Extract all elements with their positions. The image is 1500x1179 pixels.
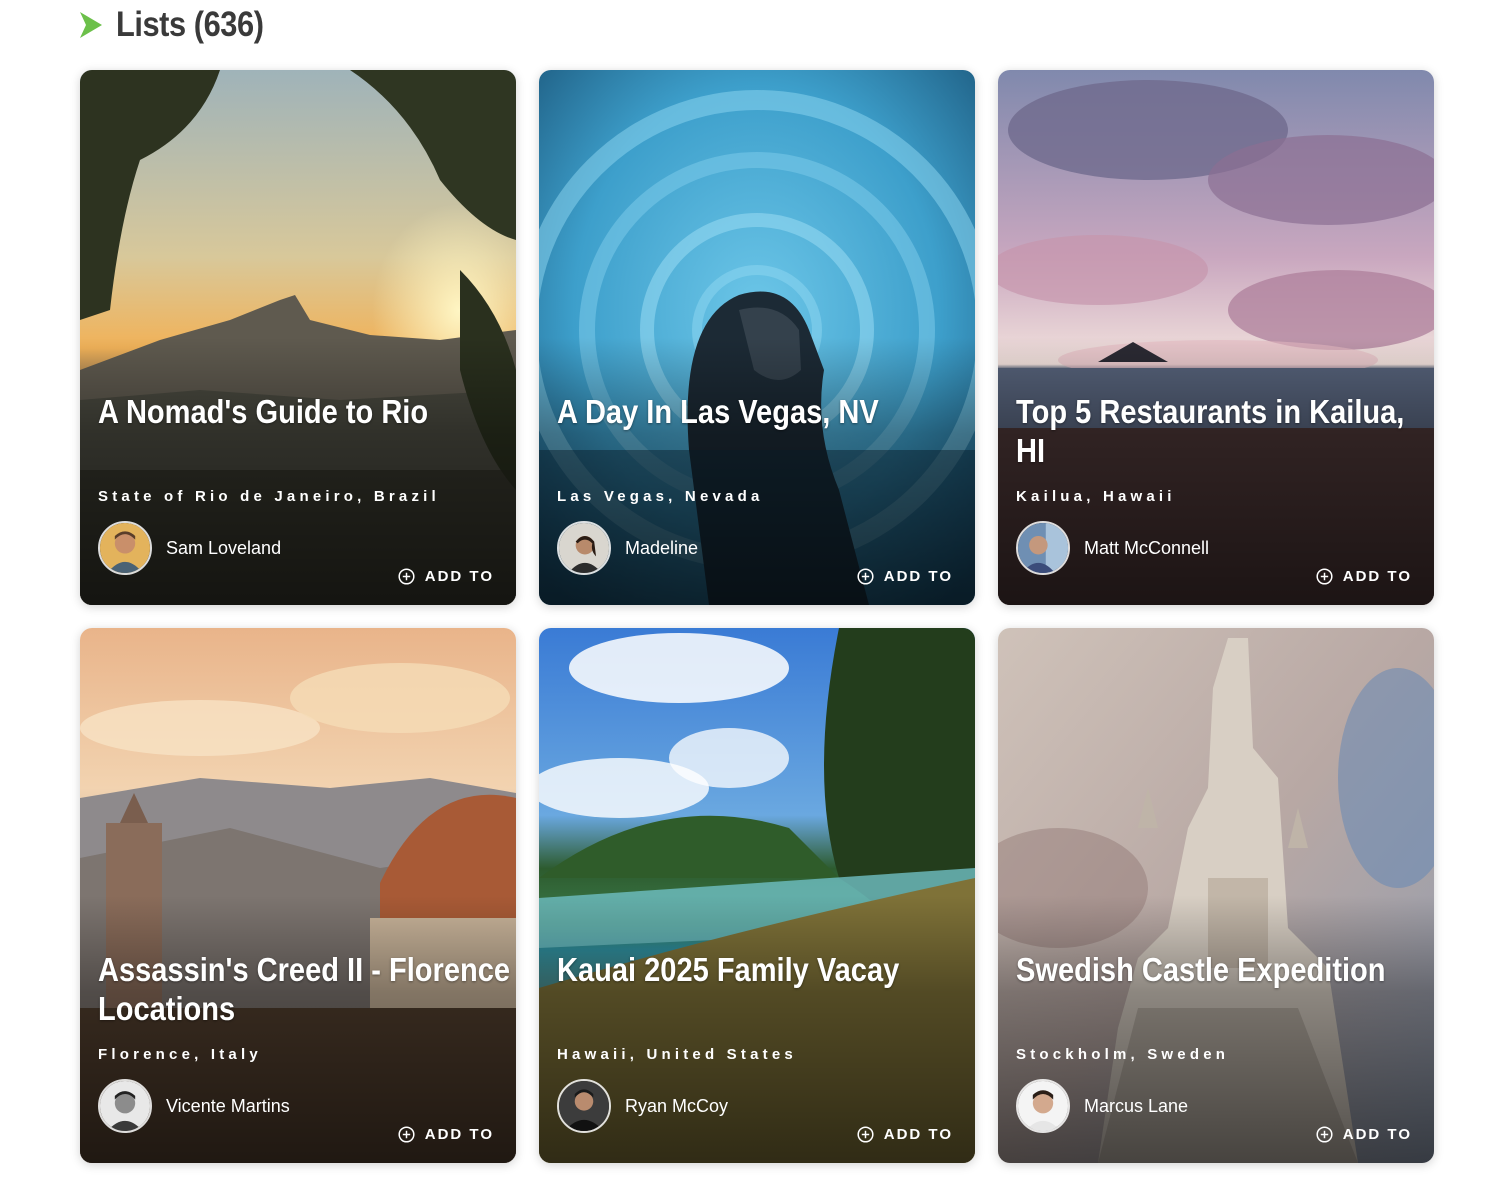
add-to-button[interactable]: ADD TO <box>1316 1126 1412 1143</box>
list-card[interactable]: Assassin's Creed II - Florence Locations… <box>80 628 516 1163</box>
list-card[interactable]: A Day In Las Vegas, NV Las Vegas, Nevada… <box>539 70 975 605</box>
add-circle-icon <box>398 1126 415 1143</box>
list-card[interactable]: Kauai 2025 Family Vacay Hawaii, United S… <box>539 628 975 1163</box>
list-card[interactable]: A Nomad's Guide to Rio State of Rio de J… <box>80 70 516 605</box>
card-title[interactable]: A Day In Las Vegas, NV <box>557 392 971 431</box>
card-location: Stockholm, Sweden <box>1016 1046 1230 1063</box>
card-location: Florence, Italy <box>98 1046 262 1063</box>
add-to-label: ADD TO <box>1342 568 1412 585</box>
card-author[interactable]: Marcus Lane <box>1016 1079 1188 1133</box>
add-circle-icon <box>857 1126 874 1143</box>
card-author[interactable]: Sam Loveland <box>98 521 281 575</box>
card-author[interactable]: Vicente Martins <box>98 1079 290 1133</box>
card-location: Kailua, Hawaii <box>1016 488 1176 505</box>
add-to-label: ADD TO <box>424 1126 494 1143</box>
add-to-button[interactable]: ADD TO <box>398 1126 494 1143</box>
avatar[interactable] <box>1016 1079 1070 1133</box>
card-author[interactable]: Ryan McCoy <box>557 1079 728 1133</box>
avatar[interactable] <box>557 521 611 575</box>
list-card[interactable]: Top 5 Restaurants in Kailua, HI Kailua, … <box>998 70 1434 605</box>
add-to-label: ADD TO <box>883 568 953 585</box>
list-card[interactable]: Swedish Castle Expedition Stockholm, Swe… <box>998 628 1434 1163</box>
section-title: Lists (636) <box>116 5 264 44</box>
card-author[interactable]: Madeline <box>557 521 698 575</box>
avatar[interactable] <box>98 521 152 575</box>
add-circle-icon <box>1316 568 1333 585</box>
lists-grid: A Nomad's Guide to Rio State of Rio de J… <box>80 70 1434 1163</box>
card-author[interactable]: Matt McConnell <box>1016 521 1209 575</box>
add-to-label: ADD TO <box>1342 1126 1412 1143</box>
card-location: Hawaii, United States <box>557 1046 797 1063</box>
add-to-label: ADD TO <box>424 568 494 585</box>
add-to-button[interactable]: ADD TO <box>857 568 953 585</box>
author-name: Matt McConnell <box>1084 537 1210 558</box>
avatar[interactable] <box>557 1079 611 1133</box>
add-to-button[interactable]: ADD TO <box>398 568 494 585</box>
author-name: Sam Loveland <box>166 537 282 558</box>
add-circle-icon <box>1316 1126 1333 1143</box>
card-title[interactable]: Swedish Castle Expedition <box>1016 950 1430 989</box>
avatar[interactable] <box>1016 521 1070 575</box>
avatar[interactable] <box>98 1079 152 1133</box>
add-to-button[interactable]: ADD TO <box>1316 568 1412 585</box>
section-header: Lists (636) <box>78 2 284 48</box>
add-circle-icon <box>398 568 415 585</box>
card-title[interactable]: Kauai 2025 Family Vacay <box>557 950 971 989</box>
card-location: Las Vegas, Nevada <box>557 488 764 505</box>
author-name: Vicente Martins <box>166 1095 290 1116</box>
author-name: Madeline <box>625 537 699 558</box>
add-to-label: ADD TO <box>883 1126 953 1143</box>
card-title[interactable]: Assassin's Creed II - Florence Locations <box>98 950 512 1028</box>
card-title[interactable]: A Nomad's Guide to Rio <box>98 392 512 431</box>
author-name: Ryan McCoy <box>625 1095 729 1116</box>
add-circle-icon <box>857 568 874 585</box>
chevron-right-icon <box>80 12 102 38</box>
add-to-button[interactable]: ADD TO <box>857 1126 953 1143</box>
card-title[interactable]: Top 5 Restaurants in Kailua, HI <box>1016 392 1430 470</box>
author-name: Marcus Lane <box>1084 1095 1189 1116</box>
card-location: State of Rio de Janeiro, Brazil <box>98 488 440 505</box>
